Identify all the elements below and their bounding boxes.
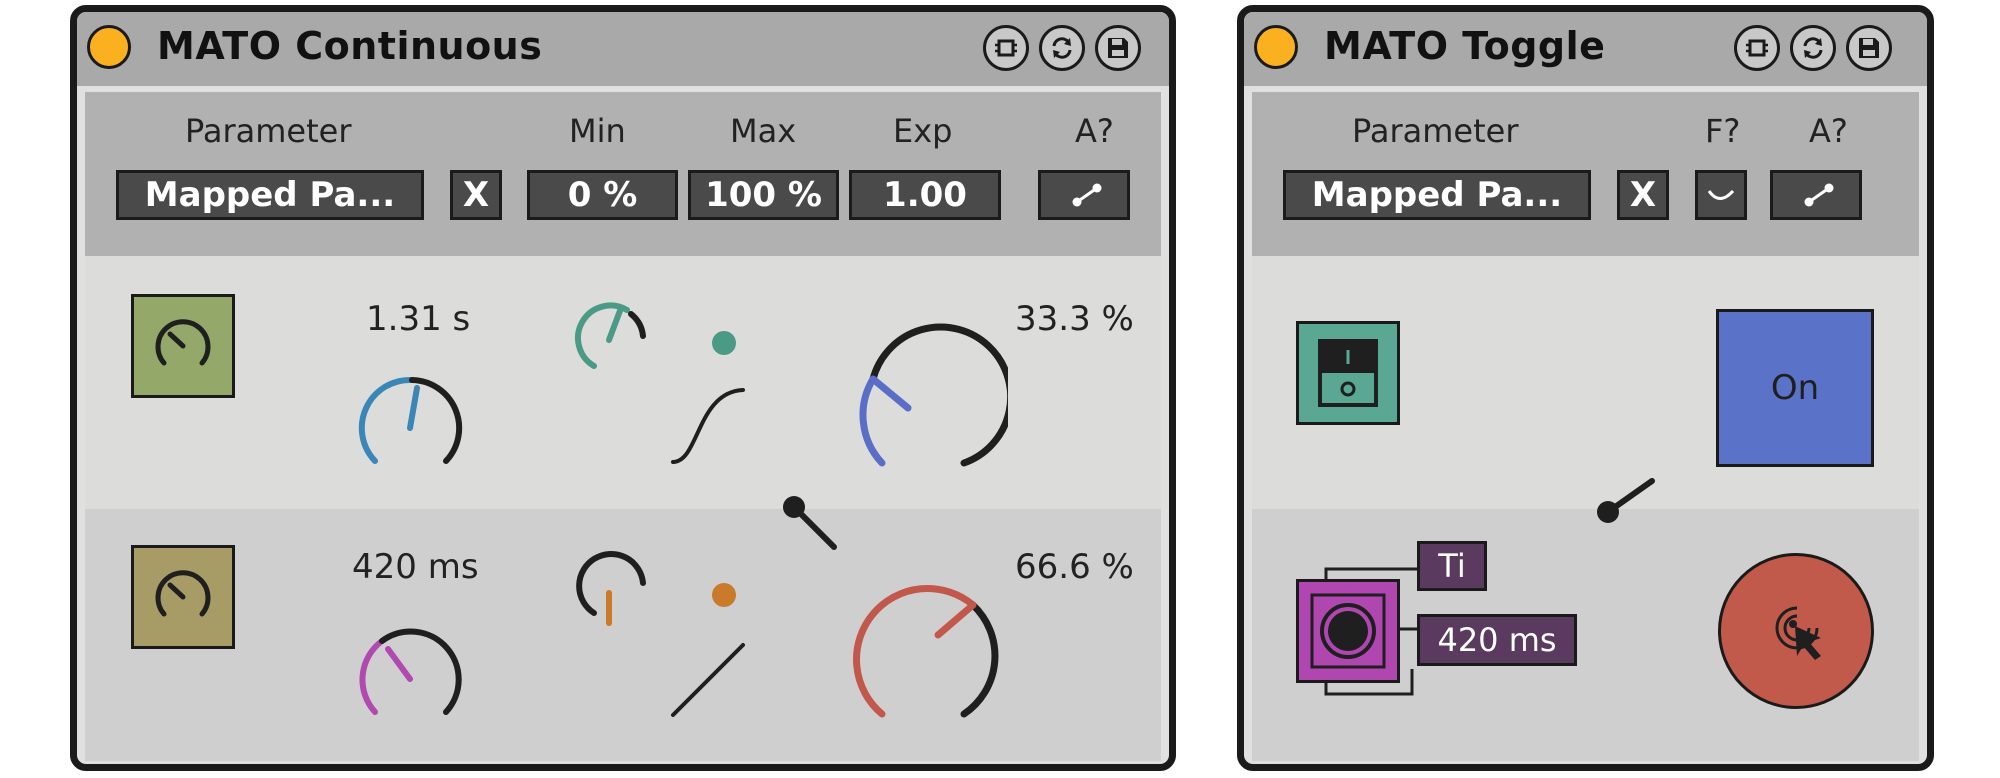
refresh-icon [1803,37,1823,59]
device-title: MATO Toggle [1324,24,1606,68]
amount-knob-2[interactable] [838,569,1008,739]
smoothing-knob-2[interactable] [569,543,669,633]
a-toggle-button[interactable] [1038,170,1130,220]
amount-knob[interactable] [838,318,1008,488]
a-toggle-button[interactable] [1770,170,1862,220]
lfo-type-button[interactable] [131,294,235,398]
f-label: F? [1705,112,1741,150]
refresh-button[interactable] [1790,25,1836,71]
trigger-type-button[interactable] [1296,579,1400,683]
time-value-field[interactable]: 420 ms [1417,614,1577,666]
save-icon [1859,38,1879,58]
parameter-label: Parameter [1352,112,1519,150]
mapped-parameter-field[interactable]: Mapped Pa... [116,170,424,220]
activity-dot [712,331,736,355]
device-on-led[interactable] [87,25,131,69]
toggle-switch-icon [1318,339,1378,407]
map-curve-icon [1072,183,1102,207]
map-curve-icon [1804,183,1834,207]
modulation-row-1: 1.31 s 33.3 % [85,256,1161,509]
max-label: Max [730,112,797,150]
toggle-row-2: Ti 420 ms [1252,509,1919,761]
trigger-button[interactable] [1718,553,1874,709]
toggle-type-button[interactable] [1296,321,1400,425]
rate-readout-2: 420 ms [352,547,479,587]
min-value-field[interactable]: 0 % [527,170,678,220]
s-curve-icon [671,388,745,464]
lfo-type-button-2[interactable] [131,545,235,649]
exp-label: Exp [893,112,953,150]
mato-continuous-device: MATO Continuous Parameter Min Max Exp A?… [70,5,1176,771]
knob-icon [155,319,211,366]
refresh-button[interactable] [1039,25,1085,71]
smoothing-knob[interactable] [569,296,669,386]
f-toggle-button[interactable] [1695,170,1747,220]
map-pin-icon[interactable] [779,492,849,562]
save-icon [1108,38,1128,58]
clear-mapping-button[interactable]: X [450,170,502,220]
record-icon [1746,39,1768,57]
toggle-row-1: On [1252,256,1919,509]
amount-readout-2: 66.6 % [1015,547,1134,587]
parameter-header-panel: Parameter F? A? Mapped Pa... X [1252,92,1919,256]
device-on-led[interactable] [1254,25,1298,69]
record-dot-icon [1310,593,1386,669]
a-label: A? [1809,112,1848,150]
save-button[interactable] [1846,25,1892,71]
activity-dot-2 [712,583,736,607]
rate-readout: 1.31 s [366,299,471,339]
rate-knob-2[interactable] [340,609,480,749]
map-pin-icon[interactable] [1594,467,1664,527]
clear-mapping-button[interactable]: X [1617,170,1669,220]
exp-value-field[interactable]: 1.00 [849,170,1001,220]
a-label: A? [1075,112,1114,150]
mapped-parameter-field[interactable]: Mapped Pa... [1283,170,1591,220]
amount-readout: 33.3 % [1015,299,1134,339]
title-bar: MATO Continuous [77,12,1169,86]
knob-icon [155,570,211,617]
save-button[interactable] [1095,25,1141,71]
record-icon [995,39,1017,57]
flip-curve-icon [1707,189,1735,200]
min-label: Min [569,112,626,150]
title-bar: MATO Toggle [1244,12,1927,86]
linear-curve-icon [671,643,745,717]
on-toggle-button[interactable]: On [1716,309,1874,467]
max-value-field[interactable]: 100 % [688,170,839,220]
mato-toggle-device: MATO Toggle Parameter F? A? Mapped Pa...… [1237,5,1934,771]
record-button[interactable] [1734,25,1780,71]
modulation-row-2: 420 ms 66.6 % [85,509,1161,761]
rate-knob[interactable] [340,358,480,498]
parameter-label: Parameter [185,112,352,150]
ti-label-box[interactable]: Ti [1417,541,1487,591]
refresh-icon [1052,37,1072,59]
target-cursor-icon [1775,606,1821,660]
device-title: MATO Continuous [157,24,543,68]
record-button[interactable] [983,25,1029,71]
parameter-header-panel: Parameter Min Max Exp A? Mapped Pa... X … [85,92,1161,256]
